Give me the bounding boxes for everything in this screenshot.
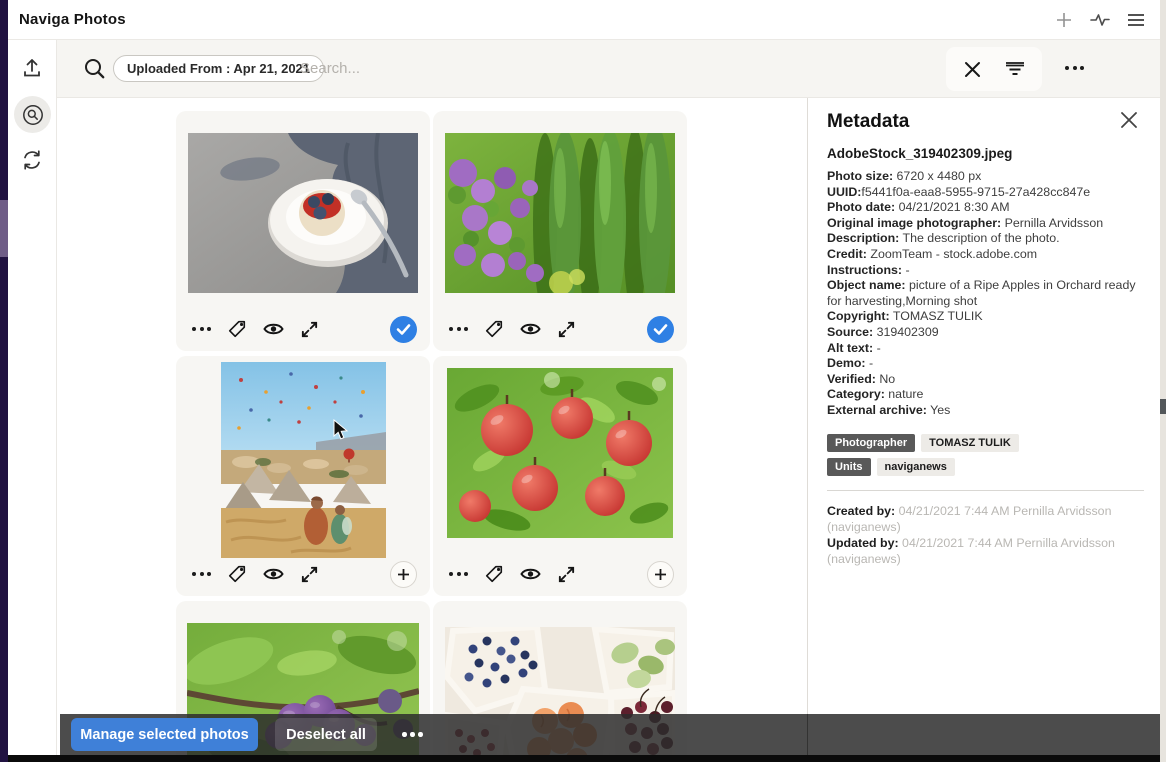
search-input[interactable]: Search...: [300, 60, 360, 77]
naviga-photos-app: Naviga Photos: [0, 0, 1166, 762]
metadata-field: Demo: -: [827, 356, 1144, 372]
divider: [827, 490, 1144, 491]
lilac-flowers-photo[interactable]: [445, 133, 675, 293]
manage-selected-photos-button[interactable]: Manage selected photos: [71, 718, 258, 751]
deselect-photo-button[interactable]: [647, 316, 674, 343]
clear-icon[interactable]: [963, 60, 982, 79]
left-sidebar: [8, 40, 57, 755]
preview-eye-icon[interactable]: [263, 321, 284, 337]
select-photo-button[interactable]: [647, 561, 674, 588]
metadata-field: Instructions: -: [827, 263, 1144, 279]
add-icon[interactable]: [1054, 10, 1074, 30]
metadata-tag-row: Photographer TOMASZ TULIK: [827, 434, 1144, 452]
window-edge-mark: [1160, 399, 1166, 414]
tag-key-chip: Units: [827, 458, 871, 476]
window-edge-scroll-thumb: [0, 200, 8, 257]
metadata-field: Alt text: -: [827, 341, 1144, 357]
more-options-icon[interactable]: [192, 327, 211, 331]
preview-eye-icon[interactable]: [520, 321, 541, 337]
menu-icon[interactable]: [1126, 10, 1146, 30]
tag-value-chip[interactable]: TOMASZ TULIK: [921, 434, 1019, 452]
filter-icon[interactable]: [1004, 60, 1026, 78]
metadata-panel: Metadata AdobeStock_319402309.jpeg Photo…: [807, 98, 1160, 755]
search-circle-icon: [21, 103, 45, 127]
tag-icon[interactable]: [484, 564, 504, 584]
updated-by-row: Updated by: 04/21/2021 7:44 AM Pernilla …: [827, 535, 1144, 567]
search-bar: Uploaded From : Apr 21, 2021 Search...: [57, 40, 1160, 98]
search-controls: [946, 47, 1042, 91]
close-icon[interactable]: [1120, 111, 1138, 134]
expand-icon[interactable]: [300, 320, 319, 339]
apples-orchard-photo[interactable]: [447, 368, 673, 538]
metadata-field: Copyright: TOMASZ TULIK: [827, 309, 1144, 325]
upload-icon[interactable]: [19, 55, 45, 81]
metadata-field: External archive: Yes: [827, 403, 1144, 419]
tag-icon[interactable]: [227, 319, 247, 339]
photo-card: [176, 356, 430, 596]
metadata-title: Metadata: [827, 111, 909, 133]
tag-icon[interactable]: [227, 564, 247, 584]
app-title: Naviga Photos: [19, 11, 126, 28]
cheesecake-dessert-photo[interactable]: [188, 133, 418, 293]
cappadocia-balloons-photo[interactable]: [221, 362, 386, 558]
metadata-field: Object name: picture of a Ripe Apples in…: [827, 278, 1144, 309]
window-edge-left: [0, 0, 8, 762]
sidebar-item-search[interactable]: [14, 96, 51, 133]
metadata-tag-row: Units naviganews: [827, 458, 1144, 476]
metadata-field: UUID:f5441f0a-eaa8-5955-9715-27a428cc847…: [827, 185, 1144, 201]
photo-grid: [57, 98, 807, 755]
preview-eye-icon[interactable]: [520, 566, 541, 582]
more-options-icon[interactable]: [402, 732, 423, 737]
window-edge-right: [1160, 0, 1166, 762]
tag-key-chip: Photographer: [827, 434, 915, 452]
metadata-field: Original image photographer: Pernilla Ar…: [827, 216, 1144, 232]
more-options-icon[interactable]: [449, 572, 468, 576]
window-edge-bottom: [8, 755, 1166, 762]
tag-value-chip[interactable]: naviganews: [877, 458, 955, 476]
activity-icon[interactable]: [1089, 10, 1111, 30]
metadata-filename: AdobeStock_319402309.jpeg: [827, 146, 1144, 161]
photo-card: [433, 111, 687, 351]
preview-eye-icon[interactable]: [263, 566, 284, 582]
search-filter-chip[interactable]: Uploaded From : Apr 21, 2021: [113, 55, 324, 82]
created-by-row: Created by: 04/21/2021 7:44 AM Pernilla …: [827, 503, 1144, 535]
expand-icon[interactable]: [300, 565, 319, 584]
metadata-field: Photo size: 6720 x 4480 px: [827, 169, 1144, 185]
panel-divider: [807, 714, 808, 755]
refresh-icon[interactable]: [19, 147, 45, 173]
selection-action-bar: Manage selected photos Deselect all: [60, 714, 1160, 755]
more-options-icon[interactable]: [449, 327, 468, 331]
photo-card: [433, 356, 687, 596]
metadata-field: Description: The description of the phot…: [827, 231, 1144, 247]
deselect-photo-button[interactable]: [390, 316, 417, 343]
expand-icon[interactable]: [557, 565, 576, 584]
tag-icon[interactable]: [484, 319, 504, 339]
metadata-field: Verified: No: [827, 372, 1144, 388]
search-icon: [83, 57, 107, 86]
metadata-tag-list: Photographer TOMASZ TULIK Units naviganews: [827, 434, 1144, 476]
expand-icon[interactable]: [557, 320, 576, 339]
top-bar: Naviga Photos: [8, 0, 1160, 40]
deselect-all-button[interactable]: Deselect all: [275, 718, 377, 751]
select-photo-button[interactable]: [390, 561, 417, 588]
metadata-field: Credit: ZoomTeam - stock.adobe.com: [827, 247, 1144, 263]
metadata-field-list: Photo size: 6720 x 4480 px UUID:f5441f0a…: [827, 169, 1144, 419]
photo-card: [176, 111, 430, 351]
more-options-icon[interactable]: [1065, 66, 1084, 70]
metadata-field: Category: nature: [827, 387, 1144, 403]
metadata-field: Source: 319402309: [827, 325, 1144, 341]
metadata-field: Photo date: 04/21/2021 8:30 AM: [827, 200, 1144, 216]
more-options-icon[interactable]: [192, 572, 211, 576]
